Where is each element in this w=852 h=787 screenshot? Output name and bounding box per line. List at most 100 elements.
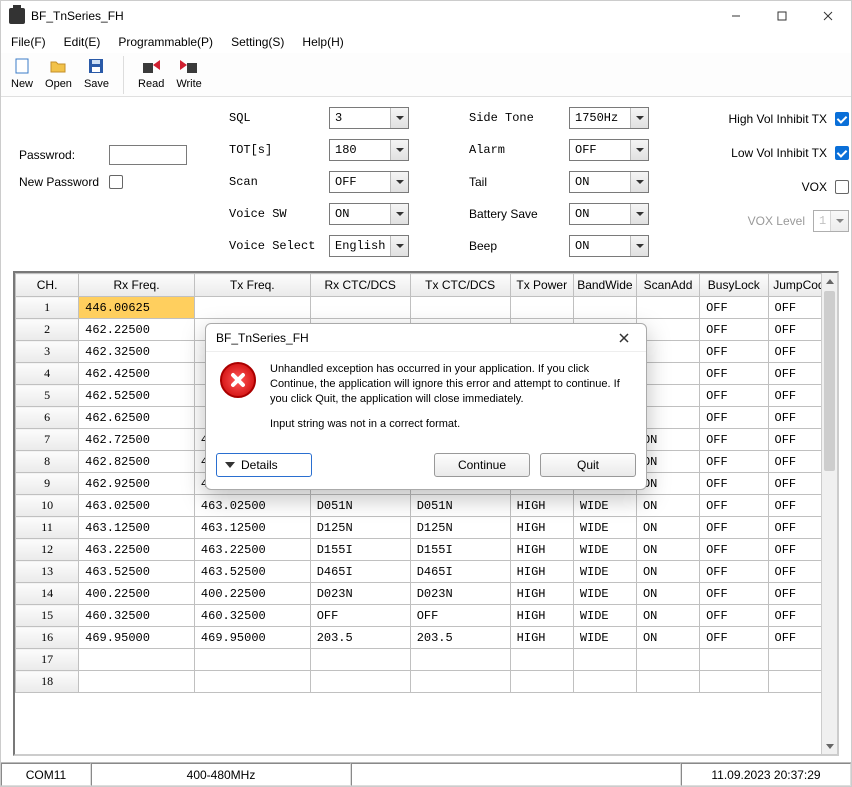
table-row[interactable]: 16469.95000469.95000203.5203.5HIGHWIDEON… — [16, 627, 837, 649]
table-cell[interactable]: 460.32500 — [79, 605, 195, 627]
table-cell[interactable]: WIDE — [573, 517, 636, 539]
column-header[interactable]: Tx Power — [510, 274, 573, 297]
table-cell[interactable]: 13 — [16, 561, 79, 583]
table-cell[interactable]: 463.52500 — [194, 561, 310, 583]
table-cell[interactable]: 11 — [16, 517, 79, 539]
table-cell[interactable] — [700, 649, 768, 671]
table-cell[interactable]: HIGH — [510, 539, 573, 561]
table-cell[interactable]: 1 — [16, 297, 79, 319]
minimize-button[interactable] — [713, 1, 759, 31]
table-cell[interactable]: OFF — [700, 561, 768, 583]
hvinhibit-checkbox[interactable] — [835, 112, 849, 126]
table-cell[interactable]: D155I — [310, 539, 410, 561]
new-button[interactable]: New — [11, 56, 33, 90]
table-cell[interactable] — [636, 297, 699, 319]
table-cell[interactable]: WIDE — [573, 561, 636, 583]
alarm-combo[interactable]: OFF — [569, 139, 649, 161]
table-cell[interactable]: 462.72500 — [79, 429, 195, 451]
table-cell[interactable]: 462.62500 — [79, 407, 195, 429]
table-cell[interactable]: WIDE — [573, 539, 636, 561]
table-cell[interactable]: OFF — [700, 385, 768, 407]
table-cell[interactable]: OFF — [700, 341, 768, 363]
table-row[interactable]: 18 — [16, 671, 837, 693]
voicesw-combo[interactable]: ON — [329, 203, 409, 225]
table-cell[interactable]: 18 — [16, 671, 79, 693]
column-header[interactable]: Rx Freq. — [79, 274, 195, 297]
table-cell[interactable]: WIDE — [573, 495, 636, 517]
table-cell[interactable]: D465I — [310, 561, 410, 583]
table-cell[interactable] — [310, 649, 410, 671]
table-cell[interactable]: HIGH — [510, 605, 573, 627]
table-cell[interactable]: 8 — [16, 451, 79, 473]
scroll-thumb[interactable] — [824, 291, 835, 471]
table-cell[interactable]: D023N — [310, 583, 410, 605]
table-cell[interactable]: 463.22500 — [194, 539, 310, 561]
table-cell[interactable]: OFF — [700, 319, 768, 341]
sidetone-combo[interactable]: 1750Hz — [569, 107, 649, 129]
table-cell[interactable] — [573, 297, 636, 319]
column-header[interactable]: Rx CTC/DCS — [310, 274, 410, 297]
read-button[interactable]: Read — [138, 56, 164, 90]
table-cell[interactable]: D051N — [310, 495, 410, 517]
table-cell[interactable]: D051N — [410, 495, 510, 517]
table-cell[interactable]: 463.02500 — [194, 495, 310, 517]
table-cell[interactable]: OFF — [700, 539, 768, 561]
table-cell[interactable]: ON — [636, 561, 699, 583]
table-cell[interactable]: OFF — [700, 583, 768, 605]
table-cell[interactable]: 203.5 — [310, 627, 410, 649]
table-cell[interactable]: 9 — [16, 473, 79, 495]
table-cell[interactable]: D125N — [410, 517, 510, 539]
password-input[interactable] — [109, 145, 187, 165]
column-header[interactable]: CH. — [16, 274, 79, 297]
table-cell[interactable]: 16 — [16, 627, 79, 649]
table-cell[interactable]: OFF — [700, 363, 768, 385]
menu-programmable[interactable]: Programmable(P) — [118, 35, 213, 49]
table-cell[interactable] — [79, 671, 195, 693]
table-cell[interactable]: D023N — [410, 583, 510, 605]
table-cell[interactable]: OFF — [700, 451, 768, 473]
table-cell[interactable] — [636, 671, 699, 693]
table-cell[interactable] — [410, 649, 510, 671]
column-header[interactable]: Tx CTC/DCS — [410, 274, 510, 297]
table-cell[interactable] — [79, 649, 195, 671]
table-cell[interactable] — [510, 649, 573, 671]
lvinhibit-checkbox[interactable] — [835, 146, 849, 160]
table-cell[interactable]: OFF — [700, 473, 768, 495]
batsave-combo[interactable]: ON — [569, 203, 649, 225]
table-cell[interactable]: 462.32500 — [79, 341, 195, 363]
table-cell[interactable]: 203.5 — [410, 627, 510, 649]
table-cell[interactable]: 462.82500 — [79, 451, 195, 473]
table-cell[interactable]: HIGH — [510, 583, 573, 605]
write-button[interactable]: Write — [176, 56, 201, 90]
save-button[interactable]: Save — [84, 56, 109, 90]
table-cell[interactable]: 14 — [16, 583, 79, 605]
table-cell[interactable]: 10 — [16, 495, 79, 517]
table-cell[interactable]: 446.00625 — [79, 297, 195, 319]
table-cell[interactable]: OFF — [310, 605, 410, 627]
new-password-checkbox[interactable] — [109, 175, 123, 189]
table-cell[interactable]: 463.52500 — [79, 561, 195, 583]
table-cell[interactable]: 12 — [16, 539, 79, 561]
table-cell[interactable]: 400.22500 — [79, 583, 195, 605]
table-row[interactable]: 1446.00625OFFOFF — [16, 297, 837, 319]
table-cell[interactable]: WIDE — [573, 605, 636, 627]
scroll-up-icon[interactable] — [822, 273, 837, 289]
table-cell[interactable]: 463.02500 — [79, 495, 195, 517]
table-cell[interactable] — [310, 671, 410, 693]
table-cell[interactable]: 469.95000 — [194, 627, 310, 649]
column-header[interactable]: Tx Freq. — [194, 274, 310, 297]
table-cell[interactable]: D155I — [410, 539, 510, 561]
table-cell[interactable]: 400.22500 — [194, 583, 310, 605]
vox-checkbox[interactable] — [835, 180, 849, 194]
table-cell[interactable]: 4 — [16, 363, 79, 385]
table-cell[interactable]: ON — [636, 517, 699, 539]
table-cell[interactable] — [510, 671, 573, 693]
column-header[interactable]: BusyLock — [700, 274, 768, 297]
menu-setting[interactable]: Setting(S) — [231, 35, 284, 49]
table-cell[interactable]: 462.52500 — [79, 385, 195, 407]
table-cell[interactable]: OFF — [700, 429, 768, 451]
maximize-button[interactable] — [759, 1, 805, 31]
table-cell[interactable] — [194, 671, 310, 693]
table-row[interactable]: 17 — [16, 649, 837, 671]
table-cell[interactable]: 15 — [16, 605, 79, 627]
